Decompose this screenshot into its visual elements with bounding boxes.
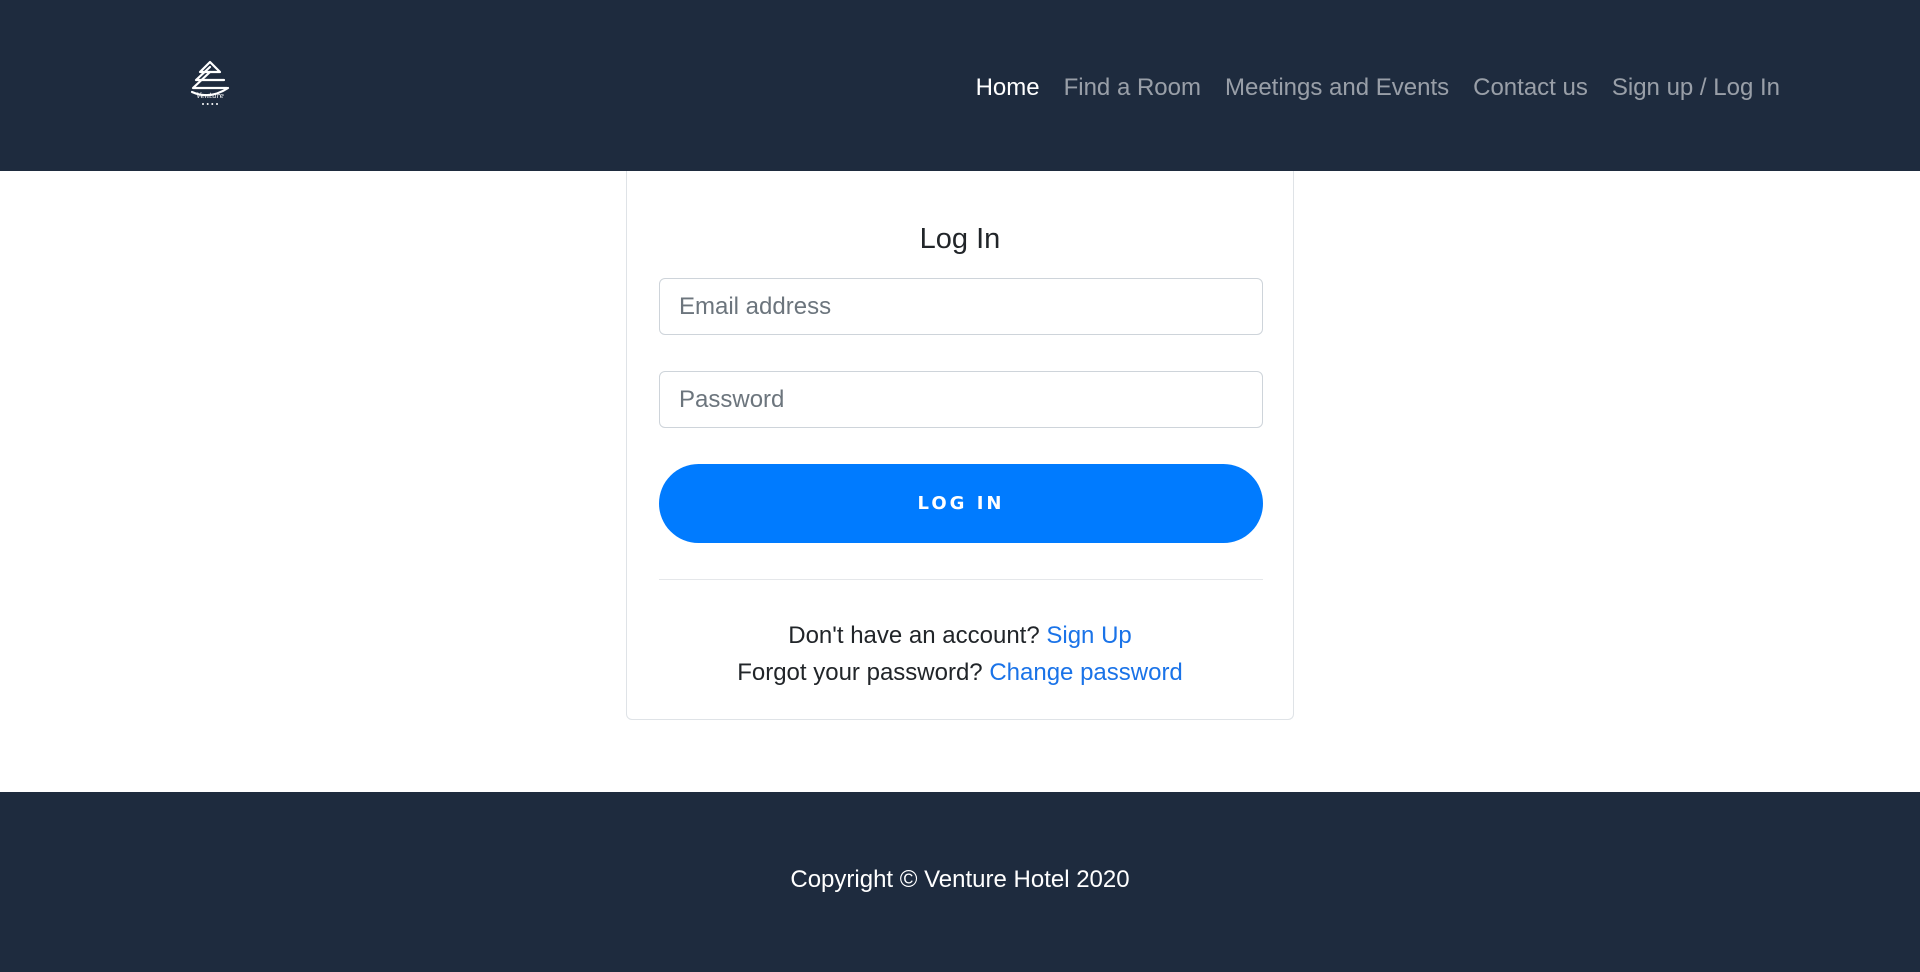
site-header: Venture Home Find a Room Meetings and Ev… [0, 0, 1920, 171]
hotel-logo-icon: Venture [190, 60, 230, 105]
login-title: Log In [919, 223, 1001, 255]
nav-home[interactable]: Home [976, 70, 1040, 106]
nav-meetings-and-events[interactable]: Meetings and Events [1225, 70, 1449, 106]
main-navigation: Home Find a Room Meetings and Events Con… [952, 70, 1780, 106]
nav-sign-up-log-in[interactable]: Sign up / Log In [1612, 70, 1780, 106]
login-card: Log In LOG IN Don't have an account? Sig… [626, 171, 1294, 720]
nav-find-a-room[interactable]: Find a Room [1064, 70, 1201, 106]
sign-up-link[interactable]: Sign Up [1046, 622, 1131, 649]
change-password-link[interactable]: Change password [989, 659, 1182, 686]
venture-hotel-logo[interactable]: Venture [186, 58, 234, 110]
forgot-prompt-text: Forgot your password? [737, 659, 983, 686]
password-field[interactable] [659, 371, 1263, 428]
forgot-password-line: Forgot your password? Change password [627, 656, 1293, 690]
divider [659, 579, 1263, 580]
signup-prompt-text: Don't have an account? [788, 622, 1040, 649]
signup-prompt-line: Don't have an account? Sign Up [627, 619, 1293, 653]
login-button[interactable]: LOG IN [659, 464, 1263, 543]
svg-text:Venture: Venture [196, 92, 224, 100]
email-field[interactable] [659, 278, 1263, 335]
copyright-text: Copyright © Venture Hotel 2020 [790, 866, 1130, 893]
nav-contact-us[interactable]: Contact us [1473, 70, 1588, 106]
